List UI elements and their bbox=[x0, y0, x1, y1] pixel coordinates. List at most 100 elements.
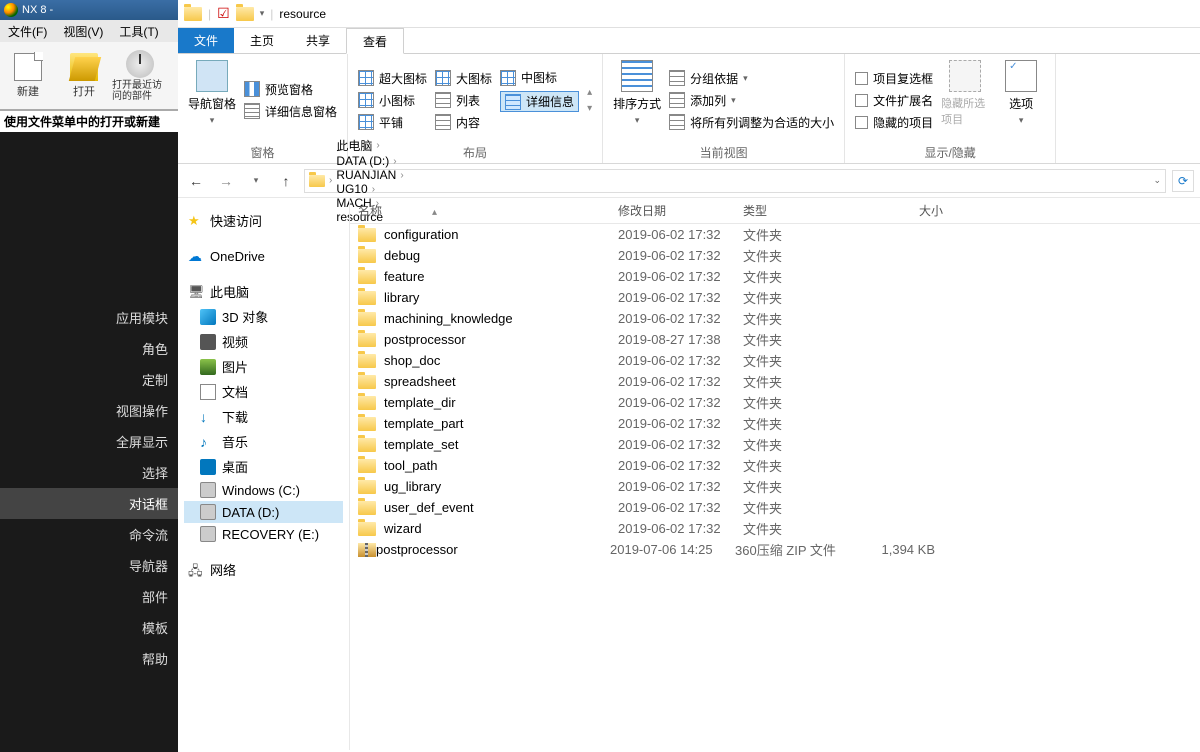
column-name[interactable]: 名称▴ bbox=[358, 202, 618, 219]
options-button[interactable]: 选项▾ bbox=[997, 60, 1045, 140]
nav-item[interactable]: RECOVERY (E:) bbox=[184, 523, 343, 545]
nav-pane-button[interactable]: 导航窗格▾ bbox=[188, 60, 236, 140]
nx-menu-view[interactable]: 视图(V) bbox=[55, 23, 111, 40]
nx-open-button[interactable]: 打开 bbox=[56, 42, 112, 109]
nx-side-item[interactable]: 帮助 bbox=[0, 643, 178, 674]
nav-item[interactable]: ↓下载 bbox=[184, 404, 343, 429]
grid-icon bbox=[358, 92, 374, 108]
view-extra-large-button[interactable]: 超大图标 bbox=[358, 70, 427, 87]
file-row[interactable]: template_set2019-06-02 17:32文件夹 bbox=[350, 434, 1200, 455]
file-row[interactable]: user_def_event2019-06-02 17:32文件夹 bbox=[350, 497, 1200, 518]
tab-view[interactable]: 查看 bbox=[346, 28, 404, 54]
breadcrumb-segment[interactable]: DATA (D:) › bbox=[336, 154, 403, 168]
forward-button[interactable]: → bbox=[214, 169, 238, 193]
checkbox-items-toggle[interactable]: 项目复选框 bbox=[855, 70, 933, 87]
chevron-down-icon[interactable]: ▾ bbox=[260, 8, 265, 19]
file-row[interactable]: machining_knowledge2019-06-02 17:32文件夹 bbox=[350, 308, 1200, 329]
nav-onedrive[interactable]: ☁OneDrive bbox=[184, 245, 343, 267]
nx-side-item[interactable]: 导航器 bbox=[0, 550, 178, 581]
nav-item[interactable]: 桌面 bbox=[184, 454, 343, 479]
file-row[interactable]: template_part2019-06-02 17:32文件夹 bbox=[350, 413, 1200, 434]
nx-side-item[interactable]: 对话框 bbox=[0, 488, 178, 519]
checkbox-icon bbox=[855, 116, 868, 129]
nx-side-item[interactable]: 角色 bbox=[0, 333, 178, 364]
file-row[interactable]: postprocessor2019-07-06 14:25360压缩 ZIP 文… bbox=[350, 539, 1200, 560]
file-ext-toggle[interactable]: 文件扩展名 bbox=[855, 92, 933, 109]
column-size[interactable]: 大小 bbox=[863, 202, 953, 219]
chevron-down-icon[interactable]: ⌄ bbox=[1153, 175, 1161, 186]
file-row[interactable]: debug2019-06-02 17:32文件夹 bbox=[350, 245, 1200, 266]
fit-columns-button[interactable]: 将所有列调整为合适的大小 bbox=[669, 114, 834, 131]
file-row[interactable]: ug_library2019-06-02 17:32文件夹 bbox=[350, 476, 1200, 497]
file-row[interactable]: spreadsheet2019-06-02 17:32文件夹 bbox=[350, 371, 1200, 392]
nx-menu-tools[interactable]: 工具(T) bbox=[111, 23, 166, 40]
nav-network[interactable]: 🖧网络 bbox=[184, 557, 343, 582]
nx-side-item[interactable]: 命令流 bbox=[0, 519, 178, 550]
qat-check-icon[interactable]: ☑ bbox=[217, 5, 230, 22]
nx-side-item[interactable]: 应用模块 bbox=[0, 302, 178, 333]
column-date[interactable]: 修改日期 bbox=[618, 202, 743, 219]
nx-side-item[interactable]: 全屏显示 bbox=[0, 426, 178, 457]
network-icon: 🖧 bbox=[188, 562, 204, 578]
nav-quick-access[interactable]: ★快速访问 bbox=[184, 208, 343, 233]
view-medium-button[interactable]: 中图标 bbox=[500, 69, 579, 86]
chevron-up-icon[interactable]: ▴ bbox=[587, 87, 592, 98]
nav-item[interactable]: DATA (D:) bbox=[184, 501, 343, 523]
view-large-button[interactable]: 大图标 bbox=[435, 70, 492, 87]
nav-item[interactable]: 3D 对象 bbox=[184, 304, 343, 329]
view-list-button[interactable]: 列表 bbox=[435, 92, 492, 109]
tab-share[interactable]: 共享 bbox=[290, 28, 346, 53]
nav-item[interactable]: 图片 bbox=[184, 354, 343, 379]
view-content-button[interactable]: 内容 bbox=[435, 114, 492, 131]
file-row[interactable]: configuration2019-06-02 17:32文件夹 bbox=[350, 224, 1200, 245]
view-small-button[interactable]: 小图标 bbox=[358, 92, 427, 109]
refresh-button[interactable]: ⟳ bbox=[1172, 170, 1194, 192]
nav-item[interactable]: Windows (C:) bbox=[184, 479, 343, 501]
nav-item[interactable]: 视频 bbox=[184, 329, 343, 354]
nx-side-item[interactable]: 视图操作 bbox=[0, 395, 178, 426]
column-type[interactable]: 类型 bbox=[743, 202, 863, 219]
view-tiles-button[interactable]: 平铺 bbox=[358, 114, 427, 131]
up-button[interactable]: ↑ bbox=[274, 169, 298, 193]
dl-icon: ↓ bbox=[200, 409, 216, 425]
folder-icon[interactable] bbox=[236, 7, 254, 21]
recent-locations-button[interactable]: ▾ bbox=[244, 169, 268, 193]
preview-pane-button[interactable]: 预览窗格 bbox=[244, 81, 337, 98]
view-details-button[interactable]: 详细信息 bbox=[500, 91, 579, 112]
fit-icon bbox=[669, 114, 685, 130]
chevron-down-icon[interactable]: ▾ bbox=[587, 103, 592, 114]
hide-selected-button[interactable]: 隐藏所选项目 bbox=[941, 60, 989, 140]
nx-menu-file[interactable]: 文件(F) bbox=[0, 23, 55, 40]
group-by-button[interactable]: 分组依据▾ bbox=[669, 70, 834, 87]
add-columns-button[interactable]: 添加列▾ bbox=[669, 92, 834, 109]
sort-by-button[interactable]: 排序方式▾ bbox=[613, 60, 661, 140]
file-row[interactable]: shop_doc2019-06-02 17:32文件夹 bbox=[350, 350, 1200, 371]
nav-this-pc[interactable]: 🖥此电脑 bbox=[184, 279, 343, 304]
nav-item[interactable]: 文档 bbox=[184, 379, 343, 404]
file-row[interactable]: wizard2019-06-02 17:32文件夹 bbox=[350, 518, 1200, 539]
tab-file[interactable]: 文件 bbox=[178, 28, 234, 53]
window-title: resource bbox=[279, 7, 326, 21]
breadcrumb-segment[interactable]: RUANJIAN › bbox=[336, 168, 403, 182]
breadcrumb-segment[interactable]: 此电脑 › bbox=[336, 137, 403, 154]
file-row[interactable]: feature2019-06-02 17:32文件夹 bbox=[350, 266, 1200, 287]
tab-home[interactable]: 主页 bbox=[234, 28, 290, 53]
hidden-items-toggle[interactable]: 隐藏的项目 bbox=[855, 114, 933, 131]
nx-open-recent-button[interactable]: 打开最近访问的部件 bbox=[112, 42, 168, 109]
file-row[interactable]: library2019-06-02 17:32文件夹 bbox=[350, 287, 1200, 308]
file-row[interactable]: template_dir2019-06-02 17:32文件夹 bbox=[350, 392, 1200, 413]
nx-side-item[interactable]: 选择 bbox=[0, 457, 178, 488]
nx-new-button[interactable]: 新建 bbox=[0, 42, 56, 109]
nx-side-item[interactable]: 模板 bbox=[0, 612, 178, 643]
file-row[interactable]: postprocessor2019-08-27 17:38文件夹 bbox=[350, 329, 1200, 350]
file-row[interactable]: tool_path2019-06-02 17:32文件夹 bbox=[350, 455, 1200, 476]
breadcrumb[interactable]: › 此电脑 ›DATA (D:) ›RUANJIAN ›UG10 ›MACH ›… bbox=[304, 169, 1166, 193]
nav-item[interactable]: ♪音乐 bbox=[184, 429, 343, 454]
nx-side-item[interactable]: 定制 bbox=[0, 364, 178, 395]
details-pane-button[interactable]: 详细信息窗格 bbox=[244, 103, 337, 120]
breadcrumb-segment[interactable]: UG10 › bbox=[336, 182, 403, 196]
nx-side-item[interactable]: 部件 bbox=[0, 581, 178, 612]
nav-pane-icon bbox=[196, 60, 228, 92]
folder-icon bbox=[358, 249, 376, 263]
back-button[interactable]: ← bbox=[184, 169, 208, 193]
